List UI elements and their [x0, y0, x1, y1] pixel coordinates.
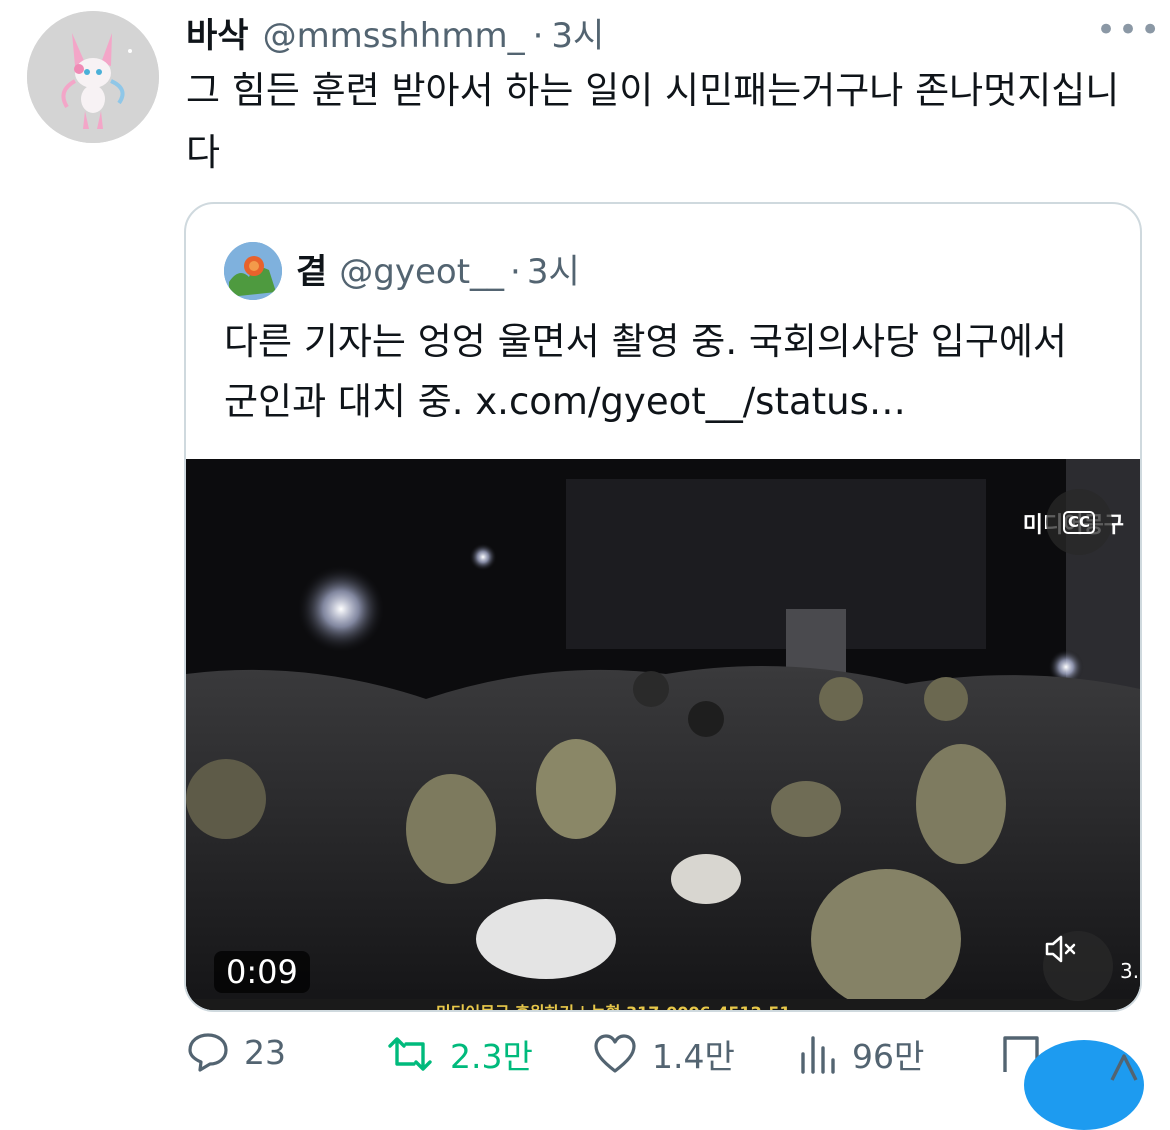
more-options-icon[interactable]: ••• [1096, 10, 1162, 50]
user-avatar[interactable] [27, 11, 159, 143]
like-button[interactable]: 1.4만 [592, 1030, 735, 1078]
heart-icon [594, 1034, 636, 1073]
separator-dot: · [510, 252, 521, 292]
retweet-icon [388, 1037, 432, 1071]
share-button[interactable] [1024, 1040, 1144, 1130]
views-bar-chart-icon [801, 1036, 835, 1074]
reply-icon [188, 1033, 228, 1072]
quoted-user-handle: @gyeot__ [339, 252, 505, 292]
retweet-button[interactable]: 2.3만 [384, 1030, 533, 1078]
like-count: 1.4만 [652, 1037, 735, 1076]
quoted-tweet-header: 곁 @gyeot__ · 3시 [296, 244, 580, 293]
closed-captions-button[interactable]: CC [1046, 489, 1112, 555]
quoted-user-avatar [224, 242, 282, 300]
video-overlay-caption: 미디어몽구 후원하기 | 농협 317-0006-4512-51 [436, 999, 791, 1010]
video-duration: 0:09 [214, 951, 310, 993]
video-player[interactable]: 미디어몽구 CC 0:09 3.4 미디어몽구 후원하기 | 농협 317-00… [186, 459, 1140, 1010]
quoted-tweet-card[interactable]: 곁 @gyeot__ · 3시 다른 기자는 엉엉 울면서 촬영 중. 국회의사… [184, 202, 1142, 1012]
mute-button[interactable] [1043, 931, 1113, 1001]
views-count: 96만 [852, 1037, 925, 1076]
video-frame [186, 459, 1140, 1010]
retweet-count: 2.3만 [450, 1037, 533, 1076]
user-handle[interactable]: @mmsshhmm_ [263, 16, 525, 56]
views-button[interactable]: 96만 [798, 1030, 924, 1078]
quoted-tweet-timestamp: 3시 [526, 252, 580, 292]
tweet-action-bar: 23 2.3만 1.4만 96만 [186, 1030, 1146, 1090]
tweet-header: 바삭 @mmsshhmm_ · 3시 [186, 8, 604, 57]
display-name[interactable]: 바삭 [186, 8, 249, 57]
share-icon [1110, 1054, 1138, 1081]
reply-count: 23 [244, 1032, 286, 1072]
quoted-tweet-text: 다른 기자는 엉엉 울면서 촬영 중. 국회의사당 입구에서 군인과 대치 중.… [224, 320, 1067, 423]
reply-button[interactable]: 23 [186, 1030, 286, 1074]
speaker-muted-icon [1045, 935, 1076, 963]
video-side-label: 3.4 [1120, 959, 1140, 983]
tweet-timestamp[interactable]: 3시 [551, 8, 604, 57]
tweet-text: 그 힘든 훈련 받아서 하는 일이 시민패는거구나 존나멋지십니다 [186, 69, 1120, 174]
quoted-display-name: 곁 [296, 252, 328, 292]
cc-icon: CC [1062, 510, 1096, 534]
separator-dot: · [532, 16, 544, 56]
